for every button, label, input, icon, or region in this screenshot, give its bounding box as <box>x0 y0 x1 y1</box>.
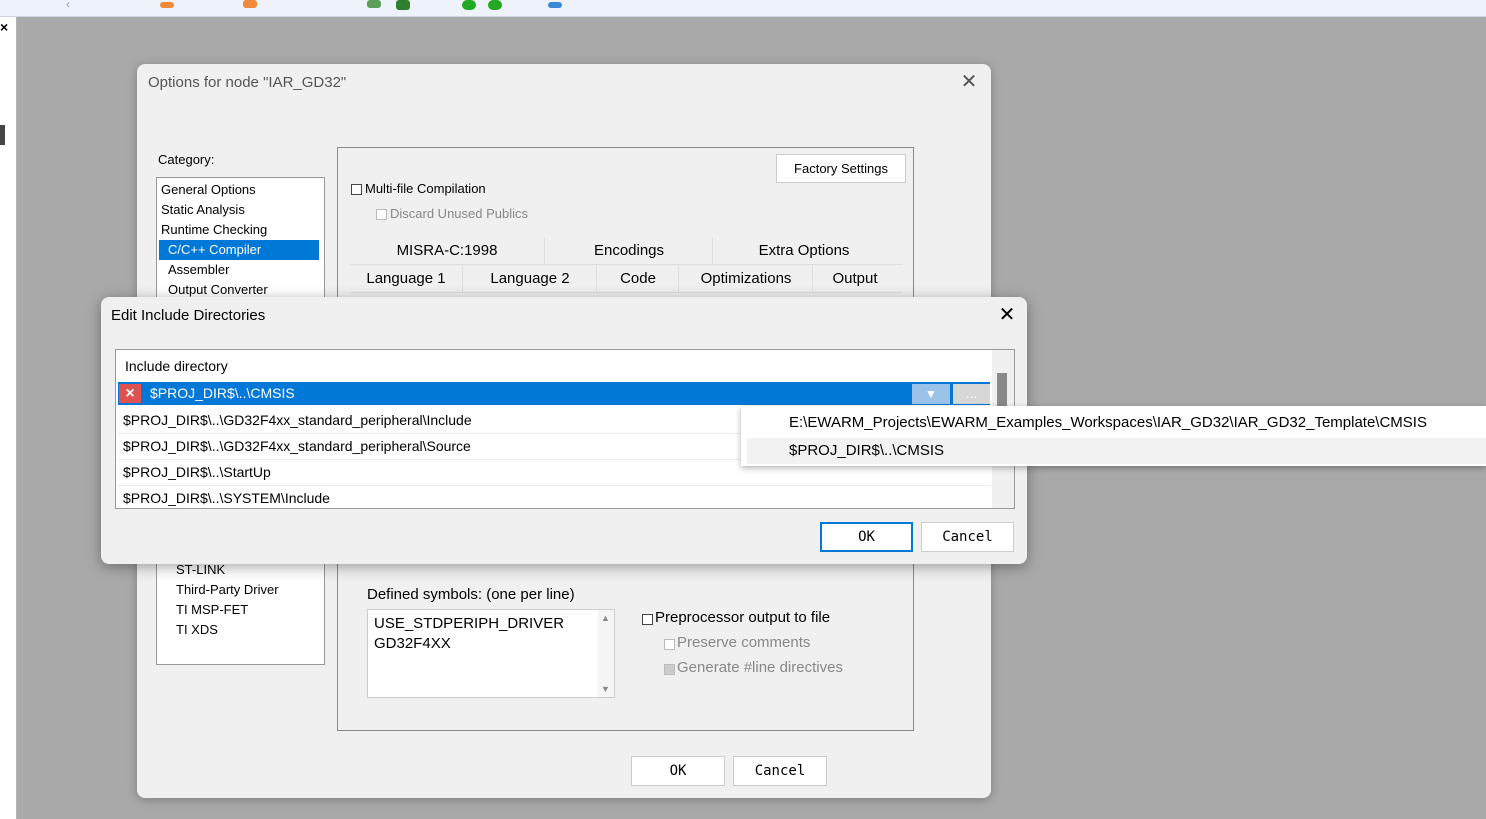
download-icon[interactable] <box>367 0 381 8</box>
list-item[interactable]: $PROJ_DIR$\..\StartUp <box>123 460 271 485</box>
dialog-title: Edit Include Directories <box>111 307 266 324</box>
category-item[interactable]: General Options <box>161 180 256 200</box>
multi-file-checkbox[interactable] <box>351 184 362 195</box>
chevron-down-icon[interactable]: ▼ <box>912 384 950 404</box>
preserve-comments-checkbox[interactable] <box>664 639 675 650</box>
arrow-icon[interactable] <box>160 2 174 8</box>
tab-code[interactable]: Code <box>596 265 679 292</box>
back-icon[interactable]: ‹ <box>66 0 80 11</box>
column-header: Include directory <box>125 358 228 374</box>
close-icon[interactable]: ✕ <box>995 303 1019 327</box>
tab-row-1: MISRA-C:1998 Encodings Extra Options <box>350 237 902 265</box>
defined-symbols-label: Defined symbols: (one per line) <box>367 586 575 603</box>
splitter[interactable] <box>0 125 5 145</box>
editing-value[interactable]: $PROJ_DIR$\..\CMSIS <box>150 385 295 401</box>
tab-extra-options[interactable]: Extra Options <box>712 237 895 264</box>
discard-unused-checkbox[interactable] <box>376 209 387 220</box>
ok-button[interactable]: OK <box>631 756 725 786</box>
dropdown-popup: E:\EWARM_Projects\EWARM_Examples_Workspa… <box>741 406 1486 466</box>
preprocessor-output-label: Preprocessor output to file <box>655 609 831 626</box>
tab-language-1[interactable]: Language 1 <box>350 265 462 292</box>
generate-line-checkbox[interactable] <box>664 664 675 675</box>
layout-icon[interactable] <box>548 2 562 8</box>
tab-encodings[interactable]: Encodings <box>544 237 713 264</box>
cancel-button[interactable]: Cancel <box>733 756 827 786</box>
editing-row[interactable]: × $PROJ_DIR$\..\CMSIS ▼ ... <box>118 382 990 405</box>
tab-optimizations[interactable]: Optimizations <box>678 265 813 292</box>
bookmark-icon[interactable] <box>243 0 257 8</box>
category-item[interactable]: Runtime Checking <box>161 220 267 240</box>
dropdown-option[interactable]: E:\EWARM_Projects\EWARM_Examples_Workspa… <box>747 410 1486 436</box>
symbol-line: GD32F4XX <box>374 635 451 652</box>
category-item[interactable]: Static Analysis <box>161 200 245 220</box>
preprocessor-output-checkbox[interactable] <box>642 614 653 625</box>
list-item[interactable]: $PROJ_DIR$\..\SYSTEM\Include <box>123 486 330 508</box>
category-item[interactable]: TI MSP-FET <box>176 600 248 620</box>
scroll-up-icon[interactable]: ▲ <box>601 613 610 623</box>
tab-language-2[interactable]: Language 2 <box>462 265 597 292</box>
debug-icon[interactable] <box>488 0 502 10</box>
dialog-title: Options for node "IAR_GD32" <box>148 74 347 91</box>
scrollbar-thumb[interactable] <box>997 373 1007 406</box>
generate-line-label: Generate #line directives <box>677 659 843 676</box>
defined-symbols-textarea[interactable]: USE_STDPERIPH_DRIVER GD32F4XX ▲ ▼ <box>367 609 615 698</box>
go-icon[interactable] <box>462 0 476 10</box>
category-item[interactable]: Assembler <box>168 260 229 280</box>
toolbar: ‹ <box>0 0 1486 17</box>
close-icon[interactable]: ✕ <box>957 70 981 94</box>
tab-row-2: Language 1 Language 2 Code Optimizations… <box>350 265 902 293</box>
cancel-button[interactable]: Cancel <box>921 522 1014 552</box>
multi-file-label: Multi-file Compilation <box>365 181 486 196</box>
dropdown-option[interactable]: $PROJ_DIR$\..\CMSIS <box>747 438 1486 464</box>
browse-button[interactable]: ... <box>953 384 990 404</box>
preserve-comments-label: Preserve comments <box>677 634 811 651</box>
delete-icon[interactable]: × <box>119 384 141 403</box>
shield-icon[interactable] <box>396 0 410 10</box>
left-pane: × <box>0 17 17 819</box>
close-icon[interactable]: × <box>0 19 8 35</box>
scroll-down-icon[interactable]: ▼ <box>601 684 610 694</box>
category-item[interactable]: Third-Party Driver <box>176 580 279 600</box>
symbol-line: USE_STDPERIPH_DRIVER <box>374 615 565 632</box>
category-label: Category: <box>158 152 215 167</box>
factory-settings-button[interactable]: Factory Settings <box>776 154 906 183</box>
list-item[interactable]: $PROJ_DIR$\..\GD32F4xx_standard_peripher… <box>123 408 472 433</box>
category-item[interactable]: TI XDS <box>176 620 218 640</box>
list-item[interactable]: $PROJ_DIR$\..\GD32F4xx_standard_peripher… <box>123 434 471 459</box>
discard-unused-label: Discard Unused Publics <box>390 206 529 221</box>
tab-misra[interactable]: MISRA-C:1998 <box>350 237 544 264</box>
tab-output[interactable]: Output <box>812 265 897 292</box>
ok-button[interactable]: OK <box>820 522 913 552</box>
category-item-selected[interactable]: C/C++ Compiler <box>159 240 319 260</box>
scrollbar[interactable]: ▲ ▼ <box>598 610 614 697</box>
